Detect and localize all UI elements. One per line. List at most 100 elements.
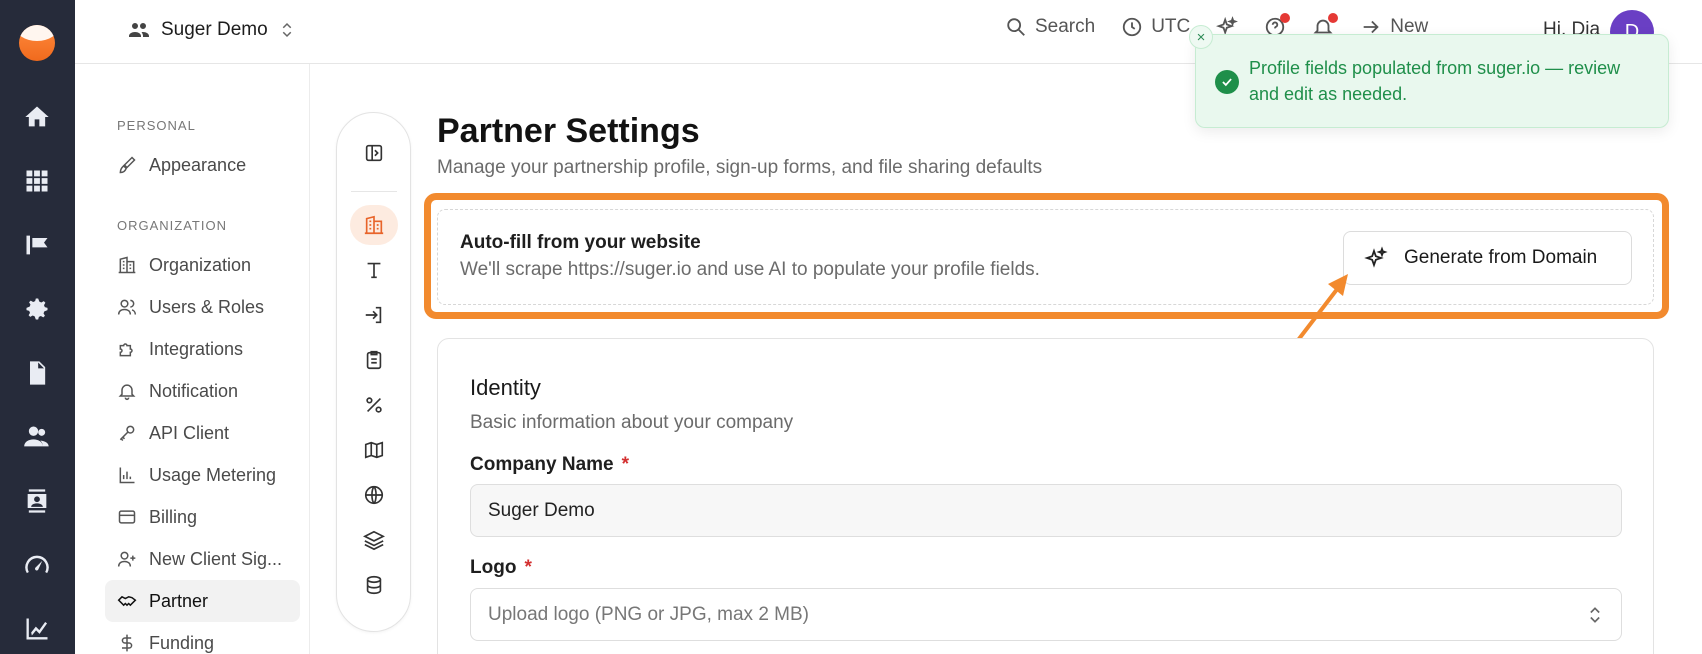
org-switcher[interactable]: Suger Demo — [127, 18, 296, 42]
autofill-card: Auto-fill from your website We'll scrape… — [437, 209, 1654, 305]
section-organization: ORGANIZATION — [117, 218, 227, 233]
sign-in-icon — [365, 306, 382, 324]
autofill-title: Auto-fill from your website — [460, 232, 701, 253]
offers-icon[interactable] — [22, 230, 52, 260]
page-subtitle: Manage your partnership profile, sign-up… — [437, 157, 1043, 178]
database-icon — [366, 575, 382, 595]
sidebar-item-label: New Client Sig... — [149, 548, 283, 569]
collapse-panel-button[interactable] — [350, 133, 398, 173]
bar-chart-icon — [119, 467, 135, 484]
sidebar-item-billing[interactable]: Billing — [105, 496, 300, 538]
section-personal: PERSONAL — [117, 118, 196, 133]
section-map-button[interactable] — [350, 430, 398, 470]
identity-title: Identity — [470, 375, 541, 400]
sidebar-toggle-icon — [365, 144, 383, 162]
puzzle-icon — [119, 343, 133, 357]
search-label: Search — [1035, 16, 1096, 37]
globe-icon — [364, 485, 384, 505]
analytics-icon[interactable] — [22, 614, 52, 644]
sidebar-item-organization[interactable]: Organization — [105, 244, 300, 286]
sidebar-item-usage-metering[interactable]: Usage Metering — [105, 454, 300, 496]
identity-card: Identity Basic information about your co… — [437, 338, 1654, 654]
layers-icon — [363, 530, 385, 551]
handshake-icon — [117, 595, 137, 607]
section-percent-button[interactable] — [350, 385, 398, 425]
chevron-updown-icon — [1590, 607, 1600, 623]
contacts-icon[interactable] — [22, 486, 52, 516]
company-name-label: Company Name * — [470, 454, 629, 476]
section-text-button[interactable] — [350, 250, 398, 290]
clipboard-icon — [366, 350, 382, 370]
settings-sidebar: PERSONAL Appearance ORGANIZATION Organiz… — [75, 64, 310, 654]
dollar-icon — [121, 634, 133, 652]
generate-from-domain-button[interactable]: Generate from Domain — [1343, 231, 1632, 285]
sidebar-item-label: Billing — [149, 506, 198, 527]
search-icon — [1007, 18, 1025, 36]
search-button[interactable]: Search — [1005, 16, 1095, 38]
building-icon — [118, 256, 136, 274]
clock-icon — [1123, 17, 1142, 37]
sidebar-item-users-roles[interactable]: Users & Roles — [105, 286, 300, 328]
document-icon[interactable] — [22, 358, 52, 388]
section-company-button[interactable] — [350, 205, 398, 245]
sparkle-icon — [1364, 246, 1388, 268]
sidebar-item-new-client-signup[interactable]: New Client Sig... — [105, 538, 300, 580]
generate-button-label: Generate from Domain — [1404, 247, 1598, 268]
key-icon — [119, 425, 135, 442]
section-signin-button[interactable] — [350, 295, 398, 335]
sidebar-item-api-client[interactable]: API Client — [105, 412, 300, 454]
text-type-icon — [367, 262, 381, 279]
required-marker: * — [524, 557, 532, 578]
speedometer-icon[interactable] — [22, 550, 52, 580]
section-layers-button[interactable] — [350, 520, 398, 560]
section-clipboard-button[interactable] — [350, 340, 398, 380]
sidebar-item-notification[interactable]: Notification — [105, 370, 300, 412]
sidebar-item-label: Users & Roles — [149, 296, 265, 317]
logo-upload-select[interactable]: Upload logo (PNG or JPG, max 2 MB) — [470, 588, 1622, 641]
sidebar-item-label: Organization — [149, 254, 252, 275]
settings-gear-icon[interactable] — [22, 294, 52, 324]
autofill-description: We'll scrape https://suger.io and use AI… — [460, 259, 1040, 280]
apps-grid-icon[interactable] — [22, 166, 52, 196]
section-icon-panel — [336, 112, 411, 632]
section-globe-button[interactable] — [350, 475, 398, 515]
paintbrush-icon — [119, 156, 136, 174]
help-notification-dot — [1280, 13, 1291, 23]
sidebar-item-label: Usage Metering — [149, 464, 277, 485]
required-marker: * — [621, 454, 630, 475]
percent-icon — [366, 397, 382, 413]
sidebar-item-partner[interactable]: Partner — [105, 580, 300, 622]
building-icon — [364, 215, 384, 235]
bell-icon — [118, 384, 136, 401]
company-name-input[interactable]: Suger Demo — [470, 484, 1622, 537]
logo-label: Logo * — [470, 557, 532, 579]
home-icon[interactable] — [22, 102, 52, 132]
map-icon — [364, 441, 384, 459]
success-toast: × Profile fields populated from suger.io… — [1189, 25, 1669, 128]
identity-subtitle: Basic information about your company — [470, 412, 794, 433]
users-icon[interactable] — [22, 422, 52, 452]
app-rail — [0, 0, 75, 654]
sidebar-item-label: Partner — [149, 590, 209, 611]
sidebar-item-label: Integrations — [149, 338, 244, 359]
logo-label-text: Logo — [470, 557, 517, 578]
page-title: Partner Settings — [437, 112, 700, 150]
bell-notification-dot — [1328, 13, 1339, 23]
panel-divider — [351, 191, 397, 192]
suger-logo[interactable] — [19, 25, 55, 61]
team-icon — [129, 23, 149, 37]
credit-card-icon — [118, 510, 136, 524]
sidebar-item-integrations[interactable]: Integrations — [105, 328, 300, 370]
timezone-label: UTC — [1151, 16, 1191, 37]
sidebar-item-funding[interactable]: Funding — [105, 622, 300, 654]
sidebar-item-appearance[interactable]: Appearance — [105, 144, 300, 186]
timezone-button[interactable]: UTC — [1121, 16, 1190, 38]
section-database-button[interactable] — [350, 565, 398, 605]
user-plus-icon — [117, 551, 136, 567]
toast-close-button[interactable]: × — [1189, 25, 1213, 49]
sidebar-item-label: API Client — [149, 422, 230, 443]
toast-message: Profile fields populated from suger.io —… — [1249, 58, 1621, 104]
logo-placeholder: Upload logo (PNG or JPG, max 2 MB) — [488, 603, 809, 625]
check-circle-icon — [1215, 70, 1239, 94]
sidebar-item-label: Funding — [149, 632, 215, 653]
